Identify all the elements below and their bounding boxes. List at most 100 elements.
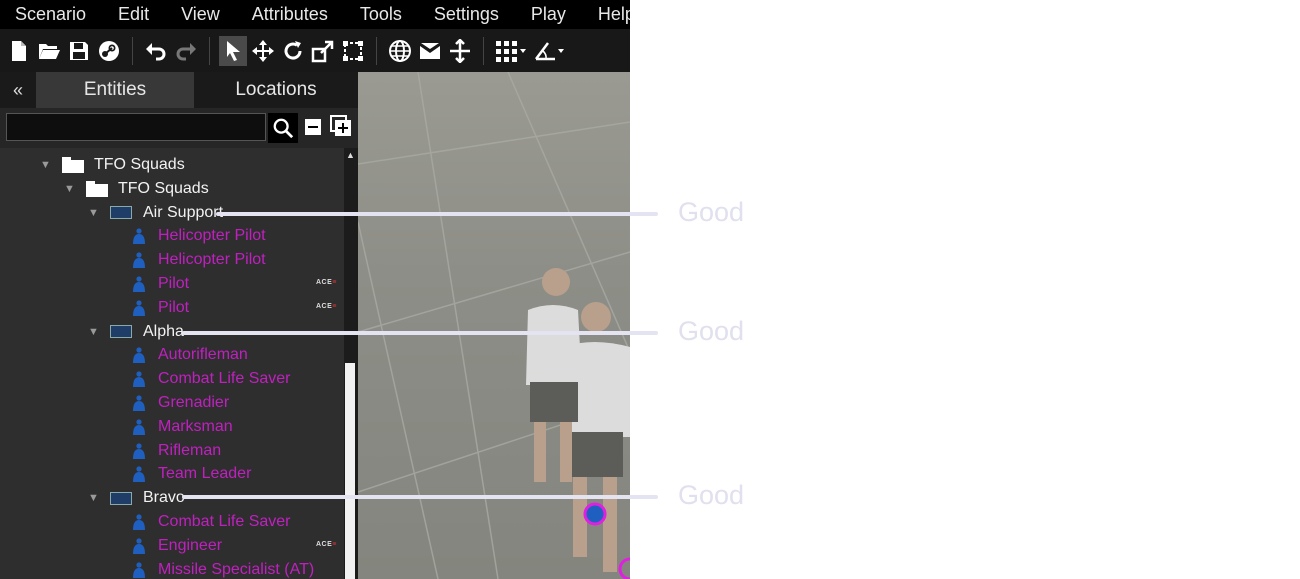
tree-item-label: Pilot	[158, 275, 190, 292]
group-flag-icon	[110, 491, 132, 505]
annotation-label: Good	[678, 316, 745, 346]
tree-unit-row[interactable]: Missile Specialist (AT)	[132, 558, 314, 579]
tree-unit-row[interactable]: Combat Life Saver	[132, 510, 291, 534]
tree-item-label: Pilot	[158, 298, 190, 316]
expand-arrow-icon[interactable]: ▼	[40, 159, 54, 171]
annotation-label: Good	[678, 480, 745, 510]
expand-all-button[interactable]	[330, 115, 352, 137]
ace-badge: ACE≡	[316, 540, 337, 548]
expand-arrow-icon[interactable]: ▼	[88, 326, 102, 338]
open-folder-icon[interactable]	[35, 36, 63, 66]
menu-view[interactable]: View	[165, 0, 236, 29]
ace-badge-label: ACE	[316, 302, 333, 310]
menu-attributes[interactable]: Attributes	[236, 0, 344, 29]
expand-arrow-icon[interactable]: ▼	[88, 207, 102, 219]
tree-item-label: Air Support	[143, 203, 224, 221]
ace-badge-label: ACE	[316, 279, 333, 286]
tree-item-label: Combat Life Saver	[158, 370, 291, 388]
steam-icon[interactable]	[95, 36, 123, 66]
ace-badge: ACE≡	[316, 302, 337, 310]
tree-item-label: Helicopter Pilot	[158, 227, 266, 245]
tree-unit-row[interactable]: Pilot	[132, 296, 189, 320]
entities-panel: « Entities Locations ▼ TFO Squads ▼ TFO Squ…	[0, 72, 358, 579]
grid-icon[interactable]	[493, 36, 529, 66]
tree-unit-row[interactable]: Combat Life Saver	[132, 367, 291, 391]
tree-item-label: Missile Specialist (AT)	[158, 560, 315, 578]
mail-icon[interactable]	[416, 36, 444, 66]
soldier-icon	[133, 276, 145, 292]
tree-group-row[interactable]: ▼ Alpha	[88, 320, 184, 344]
transform-box-icon[interactable]	[339, 36, 367, 66]
soldier-icon	[133, 228, 145, 245]
save-icon[interactable]	[65, 36, 93, 66]
tab-locations[interactable]: Locations	[194, 72, 358, 108]
soldier-icon	[133, 419, 145, 435]
move-icon[interactable]	[249, 36, 277, 66]
tree-folder-row[interactable]: ▼ TFO Squads	[64, 177, 209, 201]
tree-item-label: Autorifleman	[158, 346, 248, 364]
scale-icon[interactable]	[309, 36, 337, 66]
search-icon	[273, 118, 294, 139]
rotate-icon[interactable]	[279, 36, 307, 66]
tree-item-label: TFO Squads	[94, 156, 185, 173]
soldier-icon	[133, 561, 145, 578]
ace-badge-label: ACE	[316, 540, 333, 548]
redo-icon[interactable]	[172, 36, 200, 66]
angle-icon[interactable]	[531, 36, 567, 66]
3d-viewport[interactable]	[358, 72, 630, 579]
expand-arrow-icon[interactable]: ▼	[64, 183, 78, 195]
tree-unit-row[interactable]: Helicopter Pilot	[132, 248, 266, 272]
toolbar-separator	[376, 36, 377, 65]
globe-icon[interactable]	[386, 36, 414, 66]
menu-edit[interactable]: Edit	[102, 0, 165, 29]
soldier-icon	[133, 442, 145, 459]
annotation-line	[182, 495, 658, 499]
tree-item-label: Bravo	[143, 489, 185, 507]
tree-unit-row[interactable]: Team Leader	[132, 462, 251, 486]
menu-settings[interactable]: Settings	[418, 0, 515, 29]
tree-unit-row[interactable]: Helicopter Pilot	[132, 224, 266, 248]
collapse-all-button[interactable]	[305, 119, 321, 135]
tree-unit-row[interactable]: Autorifleman	[132, 343, 248, 367]
menu-scenario[interactable]: Scenario	[0, 0, 102, 29]
tree-unit-row[interactable]: Rifleman	[132, 439, 221, 463]
soldier-icon	[133, 514, 145, 530]
tree-item-label: TFO Squads	[118, 179, 209, 197]
tree-item-label: Marksman	[158, 417, 233, 435]
tree-folder-row[interactable]: ▼ TFO Squads	[40, 153, 185, 177]
scroll-up-icon[interactable]: ▲	[346, 150, 355, 160]
panel-tabs: « Entities Locations	[0, 72, 358, 108]
tree-item-label: Alpha	[143, 322, 184, 340]
menu-tools[interactable]: Tools	[344, 0, 418, 29]
search-input[interactable]	[6, 113, 266, 141]
expand-arrow-icon[interactable]: ▼	[88, 492, 102, 504]
search-button[interactable]	[268, 113, 298, 143]
tab-entities[interactable]: Entities	[36, 72, 194, 108]
vertical-snap-icon[interactable]	[446, 36, 474, 66]
search-row	[0, 108, 358, 148]
tree-unit-row[interactable]: Pilot	[132, 272, 189, 296]
tree-item-label: Rifleman	[158, 441, 222, 459]
add-layer-icon	[330, 115, 351, 136]
tree-group-row[interactable]: ▼ Air Support	[88, 201, 223, 225]
soldier-icon	[133, 466, 145, 483]
tree-unit-row[interactable]: Grenadier	[132, 391, 229, 415]
editor-window: Scenario Edit View Attributes Tools Sett…	[0, 0, 630, 579]
select-cursor-icon[interactable]	[219, 35, 247, 66]
tree-group-row[interactable]: ▼ Bravo	[88, 486, 185, 510]
toolbar	[0, 29, 630, 72]
tree-item-label: Helicopter Pilot	[158, 251, 266, 269]
scroll-thumb[interactable]	[345, 363, 355, 579]
annotation-label: Good	[678, 197, 745, 227]
new-file-icon[interactable]	[5, 36, 33, 66]
soldier-icon	[133, 347, 145, 364]
undo-icon[interactable]	[142, 36, 170, 66]
tree-unit-row[interactable]: Marksman	[132, 415, 233, 439]
menu-play[interactable]: Play	[515, 0, 582, 29]
menu-help[interactable]: Help	[582, 0, 630, 29]
folder-icon	[86, 180, 108, 197]
tree-unit-row[interactable]: Engineer	[132, 534, 222, 558]
soldier-icon	[133, 252, 145, 269]
collapse-panel-button[interactable]: «	[0, 72, 36, 108]
soldier-icon	[133, 371, 145, 388]
